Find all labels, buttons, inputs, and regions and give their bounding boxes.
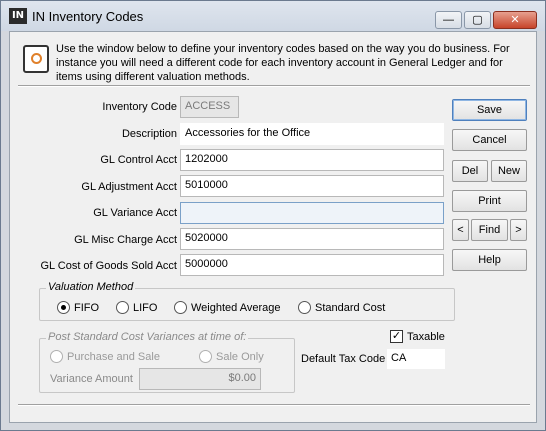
variances-title: Post Standard Cost Variances at time of: — [46, 331, 249, 343]
radio-dot — [116, 301, 129, 314]
save-button[interactable]: Save — [452, 99, 527, 121]
radio-weighted-average[interactable]: Weighted Average — [174, 301, 281, 314]
taxable-checkbox[interactable]: ✓ Taxable — [390, 330, 445, 343]
radio-dot — [57, 301, 70, 314]
cancel-button[interactable]: Cancel — [452, 129, 527, 151]
radio-dot — [199, 350, 212, 363]
inventory-code-field[interactable]: ACCESS — [180, 96, 239, 118]
gl-variance-acct-label: GL Variance Acct — [93, 207, 177, 219]
inventory-code-label: Inventory Code — [102, 101, 177, 113]
radio-dot — [298, 301, 311, 314]
checkbox-box: ✓ — [390, 330, 403, 343]
help-button[interactable]: Help — [452, 249, 527, 271]
client-area: Use the window below to define your inve… — [9, 31, 537, 423]
bottom-separator — [18, 404, 530, 406]
radio-fifo[interactable]: FIFO — [57, 301, 99, 314]
new-button[interactable]: New — [491, 160, 527, 182]
info-text: Use the window below to define your inve… — [56, 43, 510, 83]
radio-lifo[interactable]: LIFO — [116, 301, 157, 314]
radio-purchase-and-sale-label: Purchase and Sale — [67, 350, 160, 363]
info-icon — [23, 45, 49, 73]
radio-purchase-and-sale[interactable]: Purchase and Sale — [50, 350, 160, 363]
radio-sale-only[interactable]: Sale Only — [199, 350, 264, 363]
radio-standard-cost-label: Standard Cost — [315, 301, 386, 314]
gl-variance-acct-field[interactable] — [180, 202, 444, 224]
title-bar: IN IN Inventory Codes — ▢ ✕ — [1, 1, 545, 31]
description-field[interactable]: Accessories for the Office — [180, 123, 444, 145]
description-label: Description — [121, 128, 177, 140]
minimize-button[interactable]: — — [435, 11, 462, 29]
valuation-method-title: Valuation Method — [46, 281, 136, 293]
gl-control-acct-field[interactable]: 1202000 — [180, 149, 444, 171]
gl-cogs-acct-field[interactable]: 5000000 — [180, 254, 444, 276]
gl-misc-charge-acct-label: GL Misc Charge Acct — [74, 234, 177, 246]
inventory-codes-window: IN IN Inventory Codes — ▢ ✕ Use the wind… — [0, 0, 546, 431]
gl-misc-charge-acct-field[interactable]: 5020000 — [180, 228, 444, 250]
default-tax-code-label: Default Tax Code — [301, 353, 386, 365]
separator — [18, 85, 530, 87]
variance-amount-label: Variance Amount — [50, 373, 133, 385]
radio-sale-only-label: Sale Only — [216, 350, 264, 363]
window-title: IN Inventory Codes — [32, 9, 144, 24]
radio-lifo-label: LIFO — [133, 301, 158, 314]
next-button[interactable]: > — [510, 219, 527, 241]
radio-dot — [50, 350, 63, 363]
radio-dot — [174, 301, 187, 314]
delete-button[interactable]: Del — [452, 160, 488, 182]
taxable-label: Taxable — [407, 330, 445, 343]
find-button[interactable]: Find — [471, 219, 508, 241]
gl-adjustment-acct-field[interactable]: 5010000 — [180, 175, 444, 197]
radio-weighted-average-label: Weighted Average — [191, 301, 281, 314]
print-button[interactable]: Print — [452, 190, 527, 212]
default-tax-code-field[interactable]: CA — [386, 348, 446, 370]
radio-standard-cost[interactable]: Standard Cost — [298, 301, 385, 314]
gl-control-acct-label: GL Control Acct — [100, 154, 177, 166]
app-icon: IN — [9, 8, 27, 24]
maximize-button[interactable]: ▢ — [464, 11, 491, 29]
previous-button[interactable]: < — [452, 219, 469, 241]
gl-cogs-acct-label: GL Cost of Goods Sold Acct — [40, 260, 177, 272]
radio-fifo-label: FIFO — [74, 301, 100, 314]
close-button[interactable]: ✕ — [493, 11, 537, 29]
variance-amount-field[interactable]: $0.00 — [139, 368, 261, 390]
gl-adjustment-acct-label: GL Adjustment Acct — [81, 181, 177, 193]
